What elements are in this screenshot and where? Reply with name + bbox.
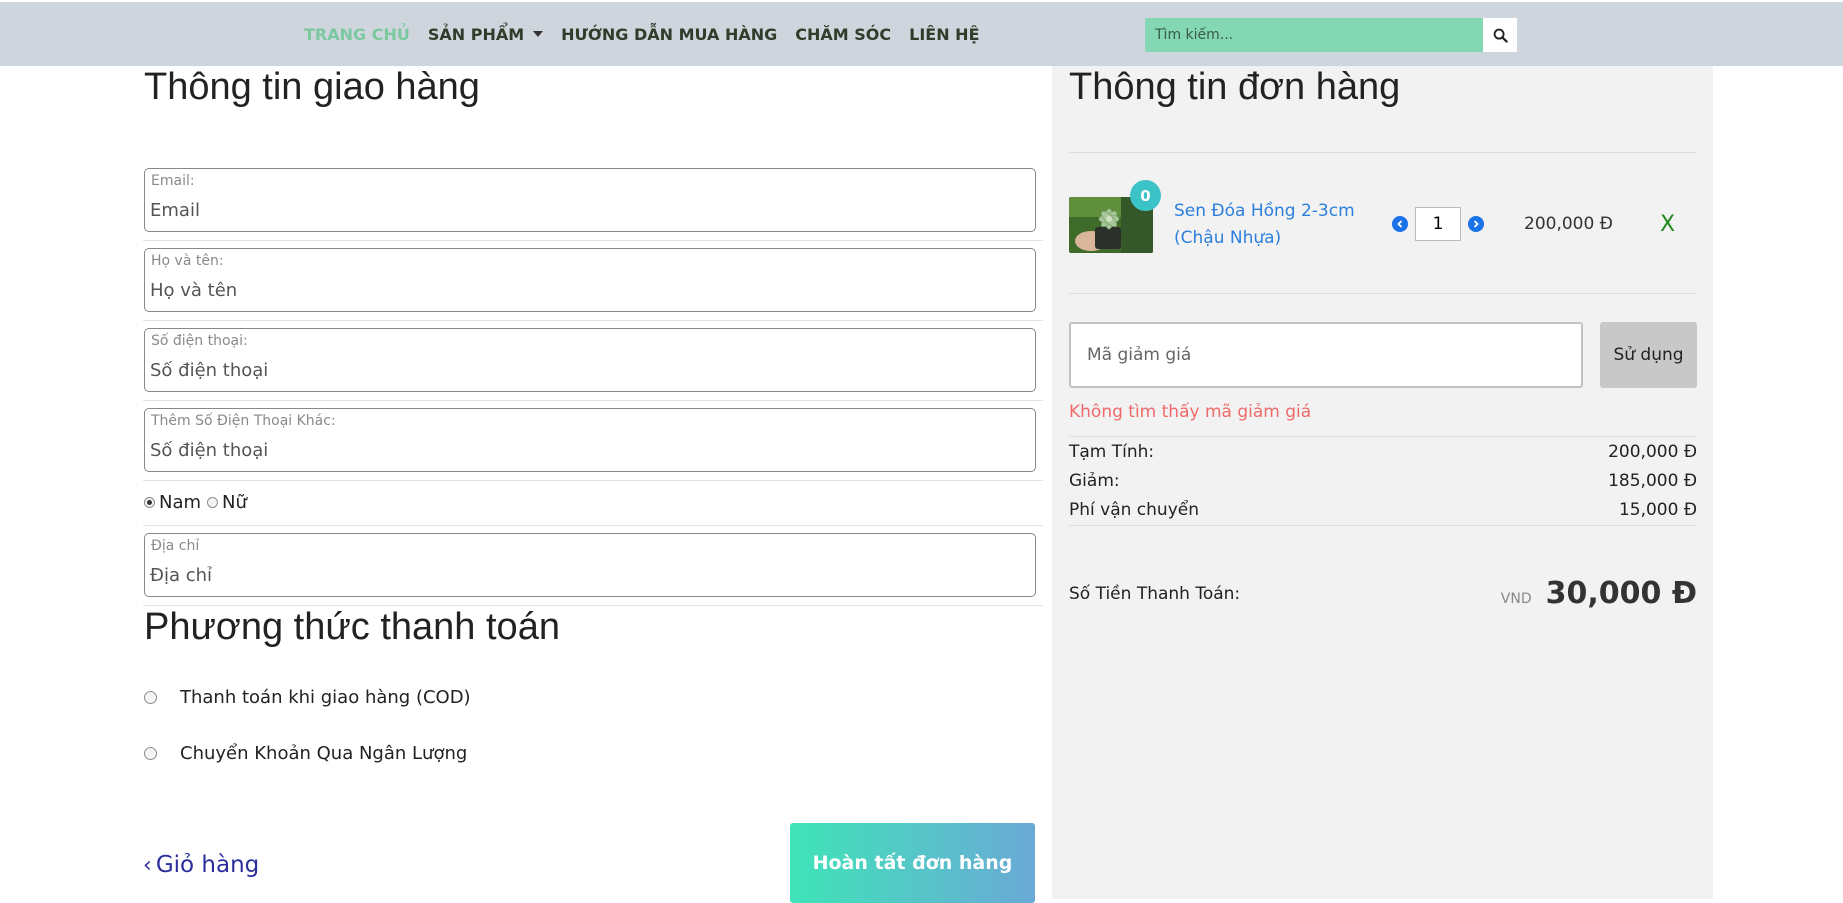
main-nav: TRANG CHỦ SẢN PHẨM HƯỚNG DẪN MUA HÀNG CH… bbox=[304, 2, 998, 66]
product-price: 200,000 Đ bbox=[1524, 214, 1613, 234]
alt-phone-input[interactable] bbox=[150, 437, 1020, 463]
nav-item-label: SẢN PHẨM bbox=[427, 24, 525, 44]
total-label: Số Tiền Thanh Toán: bbox=[1069, 583, 1241, 604]
shipping-fee-value: 15,000 Đ bbox=[1618, 500, 1697, 520]
divider bbox=[143, 320, 1043, 321]
apply-coupon-label: Sử dụng bbox=[1613, 345, 1684, 365]
discount-label: Giảm: bbox=[1069, 471, 1120, 491]
chevron-left-icon: ‹ bbox=[143, 852, 152, 878]
email-input[interactable] bbox=[150, 197, 1020, 223]
nav-item-label: HƯỚNG DẪN MUA HÀNG bbox=[561, 24, 778, 44]
divider bbox=[143, 240, 1043, 241]
nav-item-contact[interactable]: LIÊN HỆ bbox=[909, 25, 979, 44]
nav-item-products[interactable]: SẢN PHẨM bbox=[427, 24, 544, 44]
fullname-label: Họ và tên: bbox=[151, 253, 224, 269]
gender-selector: Nam Nữ bbox=[144, 492, 253, 513]
fullname-field: Họ và tên: bbox=[144, 248, 1036, 312]
nav-item-label: CHĂM SÓC bbox=[795, 24, 892, 44]
discount-value: 185,000 Đ bbox=[1608, 471, 1697, 491]
gender-female-label: Nữ bbox=[222, 492, 247, 513]
total-amount: VND 30,000 Đ bbox=[1501, 576, 1697, 611]
divider bbox=[1069, 525, 1697, 526]
search-button[interactable] bbox=[1483, 18, 1517, 52]
total-currency: VND bbox=[1500, 591, 1532, 607]
gender-female-radio[interactable] bbox=[207, 497, 219, 508]
search-icon bbox=[1493, 28, 1508, 43]
address-field: Địa chỉ bbox=[144, 533, 1036, 597]
nav-item-label: TRANG CHỦ bbox=[304, 24, 410, 44]
address-label: Địa chỉ bbox=[151, 538, 200, 554]
total-row: Số Tiền Thanh Toán: VND 30,000 Đ bbox=[1069, 576, 1697, 611]
shipping-fee-label: Phí vận chuyển bbox=[1069, 500, 1199, 520]
back-to-cart-link[interactable]: ‹ Giỏ hàng bbox=[143, 852, 259, 878]
finish-order-label: Hoàn tất đơn hàng bbox=[812, 852, 1013, 874]
payment-bank-label: Chuyển Khoản Qua Ngân Lượng bbox=[180, 743, 468, 764]
subtotal-value: 200,000 Đ bbox=[1608, 442, 1697, 462]
subtotal-row: Tạm Tính: 200,000 Đ bbox=[1069, 442, 1697, 462]
alt-phone-field: Thêm Số Điện Thoại Khác: bbox=[144, 408, 1036, 472]
total-value: 30,000 Đ bbox=[1545, 576, 1697, 611]
gender-male-label: Nam bbox=[159, 492, 202, 513]
payment-option-cod[interactable]: Thanh toán khi giao hàng (COD) bbox=[144, 687, 471, 708]
order-summary-panel: Thông tin đơn hàng 0 Sen Đóa Hồng 2-3cm … bbox=[1052, 66, 1713, 899]
search-input[interactable] bbox=[1145, 18, 1483, 52]
phone-field: Số điện thoại: bbox=[144, 328, 1036, 392]
divider bbox=[1069, 436, 1697, 437]
nav-item-label: LIÊN HỆ bbox=[909, 24, 980, 44]
order-title: Thông tin đơn hàng bbox=[1069, 66, 1401, 108]
remove-item-button[interactable]: X bbox=[1660, 212, 1675, 237]
divider bbox=[143, 525, 1043, 526]
increase-quantity-button[interactable] bbox=[1468, 216, 1484, 232]
finish-order-button[interactable]: Hoàn tất đơn hàng bbox=[790, 823, 1035, 903]
apply-coupon-button[interactable]: Sử dụng bbox=[1600, 322, 1697, 388]
chevron-left-icon bbox=[1397, 220, 1403, 228]
divider bbox=[143, 480, 1043, 481]
nav-item-home[interactable]: TRANG CHỦ bbox=[304, 25, 410, 44]
gender-male-radio[interactable] bbox=[144, 497, 155, 508]
payment-title: Phương thức thanh toán bbox=[144, 606, 560, 648]
email-field: Email: bbox=[144, 168, 1036, 232]
alt-phone-label: Thêm Số Điện Thoại Khác: bbox=[151, 413, 336, 429]
decrease-quantity-button[interactable] bbox=[1392, 216, 1408, 232]
payment-cod-radio[interactable] bbox=[144, 691, 157, 704]
quantity-badge: 0 bbox=[1130, 180, 1161, 211]
divider bbox=[1069, 293, 1697, 294]
fullname-input[interactable] bbox=[150, 277, 1020, 303]
email-label: Email: bbox=[151, 173, 195, 189]
divider bbox=[1069, 152, 1697, 153]
back-to-cart-label: Giỏ hàng bbox=[155, 852, 260, 878]
shipping-title: Thông tin giao hàng bbox=[144, 66, 480, 108]
top-navbar: TRANG CHỦ SẢN PHẨM HƯỚNG DẪN MUA HÀNG CH… bbox=[0, 2, 1843, 66]
payment-bank-radio[interactable] bbox=[144, 747, 157, 760]
search-box bbox=[1145, 18, 1517, 52]
nav-item-buying-guide[interactable]: HƯỚNG DẪN MUA HÀNG bbox=[561, 25, 777, 44]
quantity-input[interactable] bbox=[1415, 207, 1461, 241]
coupon-error-message: Không tìm thấy mã giảm giá bbox=[1069, 402, 1312, 422]
phone-label: Số điện thoại: bbox=[151, 333, 248, 349]
chevron-right-icon bbox=[1473, 220, 1479, 228]
quantity-stepper bbox=[1392, 207, 1484, 241]
discount-row: Giảm: 185,000 Đ bbox=[1069, 471, 1697, 491]
address-input[interactable] bbox=[150, 562, 1020, 588]
subtotal-label: Tạm Tính: bbox=[1069, 442, 1155, 462]
payment-option-bank[interactable]: Chuyển Khoản Qua Ngân Lượng bbox=[144, 743, 467, 764]
divider bbox=[143, 400, 1043, 401]
phone-input[interactable] bbox=[150, 357, 1020, 383]
nav-item-care[interactable]: CHĂM SÓC bbox=[795, 25, 891, 44]
payment-cod-label: Thanh toán khi giao hàng (COD) bbox=[180, 687, 471, 708]
caret-down-icon bbox=[533, 31, 544, 37]
shipping-fee-row: Phí vận chuyển 15,000 Đ bbox=[1069, 500, 1697, 520]
product-name-link[interactable]: Sen Đóa Hồng 2-3cm (Chậu Nhựa) bbox=[1174, 198, 1384, 252]
coupon-input[interactable] bbox=[1069, 322, 1583, 388]
